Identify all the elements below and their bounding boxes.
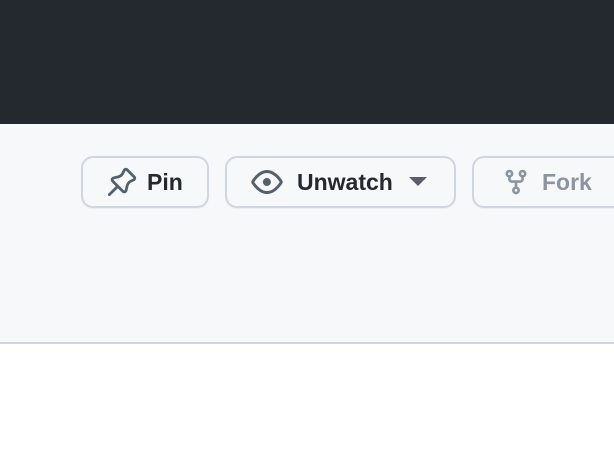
- pin-button[interactable]: Pin: [81, 156, 209, 208]
- repo-forked-icon: [502, 167, 530, 197]
- pin-label: Pin: [147, 168, 183, 195]
- unwatch-label: Unwatch: [297, 168, 393, 195]
- page-content: [0, 344, 614, 470]
- unwatch-button[interactable]: Unwatch: [225, 156, 456, 208]
- triangle-down-icon[interactable]: [408, 177, 427, 187]
- fork-label: Fork: [542, 168, 592, 195]
- eye-icon: [251, 166, 283, 198]
- fork-button[interactable]: Fork: [472, 156, 614, 208]
- repository-header: Pin Unwatch Fork: [0, 124, 614, 344]
- pin-icon: [107, 167, 137, 197]
- global-header: [0, 0, 614, 124]
